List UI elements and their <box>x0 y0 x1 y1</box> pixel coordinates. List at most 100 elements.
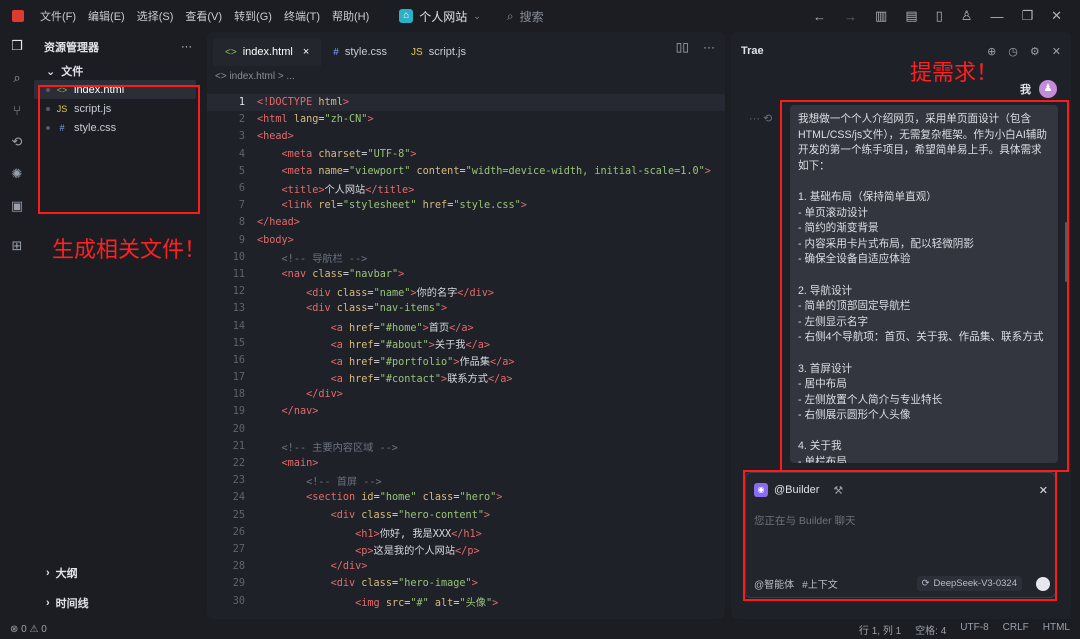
tab-style-css[interactable]: # style.css <box>321 38 399 66</box>
line-number: 21 <box>232 440 245 452</box>
menu-item[interactable]: 转到(G) <box>234 6 272 26</box>
menu-item[interactable]: 编辑(E) <box>88 6 125 26</box>
status-item[interactable]: HTML <box>1043 622 1070 637</box>
explorer-header: 资源管理器 ··· <box>34 32 202 62</box>
line-number: 11 <box>232 268 245 280</box>
code-text: <meta name="viewport" content="width=dev… <box>281 165 711 177</box>
code-text: <nav class="navbar"> <box>281 268 405 280</box>
search-icon: ⌕ <box>506 8 514 23</box>
menu-item[interactable]: 帮助(H) <box>332 6 369 26</box>
explorer-icon[interactable]: ❒ <box>7 36 27 56</box>
line-number: 22 <box>232 458 245 470</box>
code-text: <head> <box>257 131 294 143</box>
status-item[interactable]: UTF-8 <box>960 622 988 637</box>
chat-header: Trae ⊕ ◷ ⚙ ✕ <box>731 32 1071 70</box>
code-line: 22 <main> <box>207 455 725 472</box>
back-icon[interactable]: ← <box>813 9 826 24</box>
remote-icon[interactable]: ▣ <box>7 196 27 216</box>
line-number: 27 <box>232 543 245 555</box>
menu-bar: 文件(F) 编辑(E) 选择(S) 查看(V) 转到(G) 终端(T) 帮助(H) <box>40 6 369 26</box>
code-text: <meta charset="UTF-8"> <box>281 148 417 160</box>
tab-script-js[interactable]: JS script.js <box>399 38 478 66</box>
source-control-icon[interactable]: ⑂ <box>7 100 27 120</box>
editor-tabs: <> index.html × # style.css JS script.js <box>207 32 725 66</box>
extensions-icon[interactable]: ⊞ <box>7 236 27 256</box>
project-switcher[interactable]: ⌂ 个人网站 ⌄ <box>399 8 481 25</box>
status-item[interactable]: 行 1, 列 1 <box>859 622 901 637</box>
search-icon[interactable]: ⌕ <box>7 68 27 88</box>
code-text: <!DOCTYPE html> <box>257 97 350 109</box>
tab-index-html[interactable]: <> index.html × <box>213 38 322 66</box>
line-number: 7 <box>238 200 245 212</box>
close-icon[interactable]: ✕ <box>1052 45 1061 58</box>
file-type-icon: <> <box>225 46 237 58</box>
toggle-sidebar-icon[interactable]: ▥ <box>875 8 887 24</box>
code-line: 24 <section id="home" class="hero"> <box>207 489 725 506</box>
code-line: 9 <body> <box>207 232 725 249</box>
code-line: 26 <h1>你好, 我是XXX</h1> <box>207 524 725 541</box>
folder-label: 文件 <box>61 66 84 78</box>
maximize-icon[interactable]: ❐ <box>1021 8 1033 24</box>
line-number: 26 <box>232 526 245 538</box>
minimize-icon[interactable]: — <box>990 9 1003 24</box>
tab-label: script.js <box>428 46 466 58</box>
forward-icon[interactable]: → <box>844 9 857 24</box>
code-text: <link rel="stylesheet" href="style.css"> <box>281 200 527 212</box>
app-logo-icon <box>12 10 24 22</box>
toggle-secondary-icon[interactable]: ▯ <box>936 8 943 24</box>
search-label: 搜索 <box>519 9 544 24</box>
code-area[interactable]: 1 <!DOCTYPE html> 2 <html lang="zh-CN"> 3 <he… <box>207 94 725 619</box>
code-text: <!-- 主要内容区域 --> <box>281 442 398 454</box>
more-icon[interactable]: ··· <box>181 41 192 53</box>
split-editor-icon[interactable]: ▯▯ <box>676 40 689 54</box>
code-text: <html lang="zh-CN"> <box>257 114 374 126</box>
code-text: <div class="hero-image"> <box>330 578 478 590</box>
line-number: 12 <box>232 286 245 298</box>
close-icon[interactable]: ✕ <box>1051 8 1062 24</box>
breadcrumb[interactable]: <> index.html > ... <box>207 66 725 86</box>
menu-item[interactable]: 查看(V) <box>185 6 222 26</box>
code-line: 16 <a href="#portfolio">作品集</a> <box>207 352 725 369</box>
debug-icon[interactable]: ✺ <box>7 164 27 184</box>
user-name: 我 <box>1020 84 1031 96</box>
code-text: <body> <box>257 234 294 246</box>
code-line: 10 <!-- 导航栏 --> <box>207 249 725 266</box>
line-number: 25 <box>232 509 245 521</box>
menu-item[interactable]: 文件(F) <box>40 6 76 26</box>
code-text: <img src="#" alt="头像"> <box>355 597 499 609</box>
code-text: <a href="#home">首页</a> <box>330 322 474 334</box>
close-icon[interactable]: × <box>303 46 309 58</box>
folder-root[interactable]: ⌄ 文件 <box>34 62 202 80</box>
search-box[interactable]: ⌕ 搜索 <box>507 8 544 25</box>
menu-item[interactable]: 终端(T) <box>284 6 320 26</box>
line-number: 10 <box>232 251 245 263</box>
menu-item[interactable]: 选择(S) <box>137 6 174 26</box>
account-icon[interactable]: ♙ <box>961 8 973 24</box>
annotation-box-composer <box>743 470 1057 601</box>
line-number: 9 <box>238 234 245 246</box>
code-text: <title>个人网站</title> <box>281 185 415 197</box>
timeline-section[interactable]: › 时间线 <box>34 592 89 614</box>
code-line: 21 <!-- 主要内容区域 --> <box>207 438 725 455</box>
code-text: <a href="#contact">联系方式</a> <box>330 374 513 386</box>
status-item[interactable]: 空格: 4 <box>915 622 946 637</box>
history-icon[interactable]: ◷ <box>1008 45 1018 58</box>
status-item[interactable]: CRLF <box>1003 622 1029 637</box>
status-right: 行 1, 列 1 空格: 4 UTF-8 CRLF HTML <box>859 622 1070 637</box>
run-icon[interactable]: ⟲ <box>7 132 27 152</box>
message-actions[interactable]: ··· ⟲ <box>749 112 772 125</box>
settings-icon[interactable]: ⚙ <box>1030 45 1040 58</box>
line-number: 24 <box>232 492 245 504</box>
file-type-icon: # <box>333 46 339 58</box>
chat-title: Trae <box>741 45 764 57</box>
code-text: <!-- 导航栏 --> <box>281 253 368 265</box>
title-bar: 文件(F) 编辑(E) 选择(S) 查看(V) 转到(G) 终端(T) 帮助(H) ⌂ 个人… <box>0 0 1080 32</box>
avatar: ♟ <box>1039 80 1057 98</box>
toggle-panel-icon[interactable]: ▤ <box>905 8 917 24</box>
chevron-right-icon: › <box>46 597 50 609</box>
outline-section[interactable]: › 大纲 <box>34 562 78 584</box>
code-line: 14 <a href="#home">首页</a> <box>207 317 725 334</box>
annotation-request: 提需求！ <box>910 61 999 86</box>
more-icon[interactable]: ··· <box>703 40 715 54</box>
problems-count[interactable]: ⊗ 0 ⚠ 0 <box>10 624 47 635</box>
